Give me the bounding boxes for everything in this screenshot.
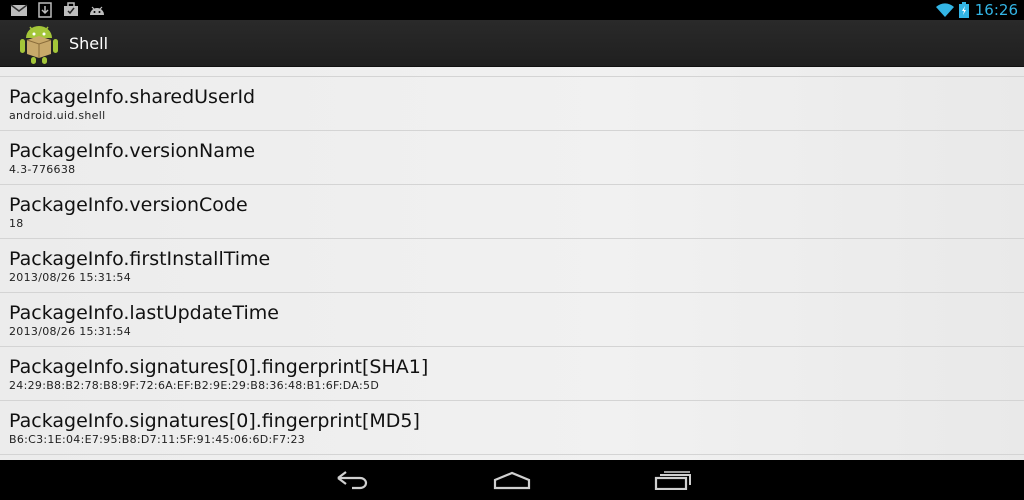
- item-title: PackageInfo.firstInstallTime: [9, 248, 271, 270]
- list-item[interactable]: PackageInfo.firstInstallTime 2013/08/26 …: [0, 239, 1024, 293]
- briefcase-icon: [62, 2, 80, 18]
- list-item[interactable]: PackageInfo.versionCode 18: [0, 185, 1024, 239]
- list-item[interactable]: PackageInfo.signatures[0].fingerprint[SH…: [0, 347, 1024, 401]
- item-title: PackageInfo.versionCode: [9, 194, 248, 216]
- list-item[interactable]: PackageInfo.signatures[0].fingerprint[MD…: [0, 401, 1024, 455]
- list-item[interactable]: PackageInfo.versionName 4.3-776638: [0, 131, 1024, 185]
- list-item[interactable]: PackageInfo.sharedUserId android.uid.she…: [0, 77, 1024, 131]
- back-icon[interactable]: [332, 468, 372, 492]
- item-title: PackageInfo.signatures[0].fingerprint[MD…: [9, 410, 420, 432]
- item-title: PackageInfo.lastUpdateTime: [9, 302, 279, 324]
- item-title: PackageInfo.signatures[0].fingerprint[SH…: [9, 356, 429, 378]
- item-title: PackageInfo.sharedUserId: [9, 86, 256, 108]
- android-debug-icon: [88, 2, 106, 18]
- gmail-icon: [10, 2, 28, 18]
- item-value: android.uid.shell: [9, 109, 106, 122]
- download-icon: [36, 2, 54, 18]
- wifi-icon: [935, 2, 954, 18]
- list-item[interactable]: PackageInfo.lastUpdateTime 2013/08/26 15…: [0, 293, 1024, 347]
- system-icons: 16:26: [935, 1, 1018, 19]
- item-value: 4.3-776638: [9, 163, 76, 176]
- android-package-icon[interactable]: [16, 20, 62, 66]
- notification-icons: [10, 2, 106, 18]
- item-value: 2013/08/26 15:31:54: [9, 325, 132, 338]
- list-divider: [0, 67, 1024, 77]
- item-title: PackageInfo.versionName: [9, 140, 256, 162]
- action-bar: Shell: [0, 20, 1024, 67]
- recents-icon[interactable]: [652, 468, 692, 492]
- navigation-bar: [0, 460, 1024, 500]
- status-bar: 16:26: [0, 0, 1024, 20]
- package-info-list[interactable]: PackageInfo.sharedUserId android.uid.she…: [0, 67, 1024, 460]
- battery-charging-icon: [958, 2, 969, 18]
- app-title: Shell: [69, 33, 109, 53]
- item-value: 18: [9, 217, 24, 230]
- item-value: 24:29:B8:B2:78:B8:9F:72:6A:EF:B2:9E:29:B…: [9, 379, 380, 392]
- home-icon[interactable]: [492, 468, 532, 492]
- item-value: B6:C3:1E:04:E7:95:B8:D7:11:5F:91:45:06:6…: [9, 433, 306, 446]
- item-value: 2013/08/26 15:31:54: [9, 271, 132, 284]
- clock: 16:26: [974, 1, 1018, 19]
